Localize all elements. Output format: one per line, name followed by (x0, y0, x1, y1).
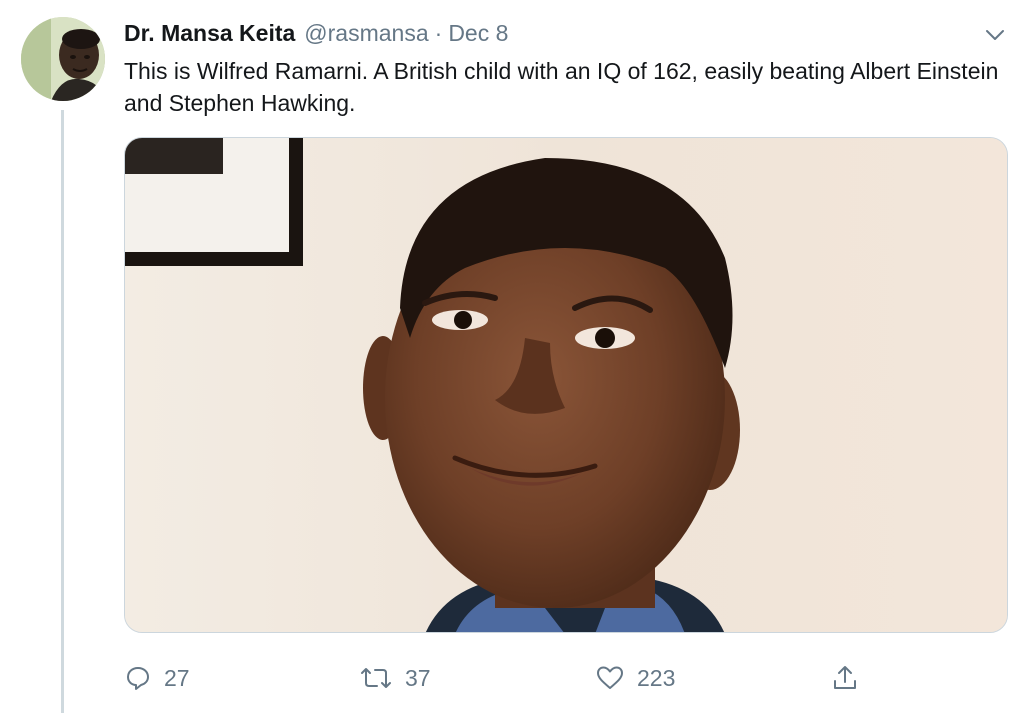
reply-icon (124, 664, 152, 692)
retweet-button[interactable]: 37 (359, 660, 431, 696)
share-button[interactable] (830, 660, 860, 696)
retweet-icon (359, 664, 393, 692)
like-button[interactable]: 223 (595, 660, 675, 696)
share-icon (830, 663, 860, 693)
retweet-count: 37 (405, 664, 431, 691)
like-count: 223 (637, 664, 676, 691)
tweet-text: This is Wilfred Ramarni. A British child… (124, 58, 999, 116)
tweet[interactable]: Dr. Mansa Keita @rasmansa · Dec 8 This i… (0, 0, 1024, 713)
thread-line (61, 110, 64, 713)
reply-count: 27 (164, 664, 190, 691)
chevron-down-icon[interactable] (982, 22, 1008, 48)
tweet-photo[interactable] (124, 137, 1008, 633)
reply-button[interactable]: 27 (124, 660, 190, 696)
tweet-actions: 27 37 223 (0, 660, 1024, 696)
display-name[interactable]: Dr. Mansa Keita (124, 18, 295, 48)
user-handle[interactable]: @rasmansa (304, 18, 428, 48)
separator-dot: · (434, 20, 443, 46)
tweet-date[interactable]: Dec 8 (448, 18, 508, 48)
heart-icon (595, 664, 625, 692)
tweet-header: Dr. Mansa Keita @rasmansa · Dec 8 (124, 18, 508, 48)
avatar[interactable] (21, 17, 105, 101)
